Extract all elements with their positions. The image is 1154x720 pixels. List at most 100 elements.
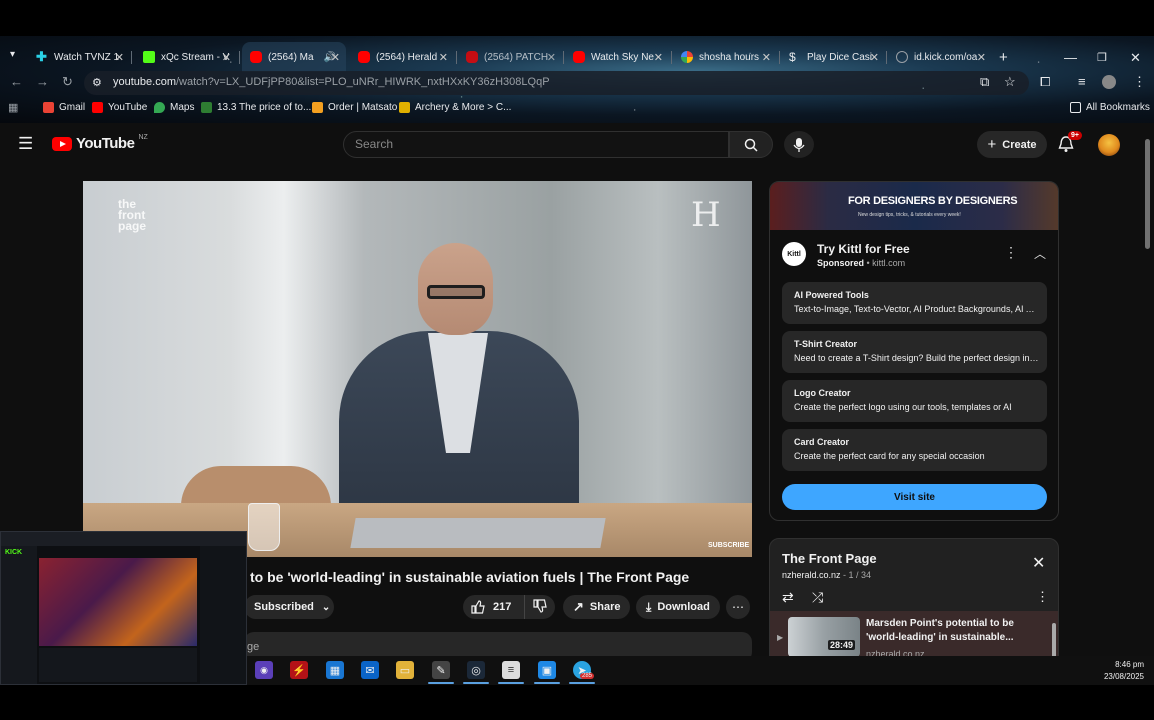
system-clock[interactable]: 8:46 pm 23/08/2025 (1100, 659, 1144, 683)
install-app-icon[interactable]: ⧉ (980, 74, 989, 90)
tab-tvnz[interactable]: ✚ Watch TVNZ 1 ✕ (28, 42, 130, 72)
tab-xqc[interactable]: xQc Stream - V ✕ (135, 42, 237, 72)
video-player[interactable]: the front page H SUBSCRIBE (83, 181, 752, 557)
all-bookmarks[interactable]: All Bookmarks (1070, 102, 1150, 113)
youtube-logo[interactable]: YouTube NZ (52, 134, 148, 152)
ad-menu-icon[interactable]: ⋮ (1004, 244, 1018, 261)
restore-icon[interactable]: ❐ (1097, 51, 1107, 64)
tab-youtube-active[interactable]: (2564) Ma 🔊 ✕ (242, 42, 346, 72)
close-tab-icon[interactable]: ✕ (870, 51, 879, 64)
close-tab-icon[interactable]: ✕ (762, 51, 771, 64)
search-input[interactable]: Search (343, 131, 729, 158)
subscribe-watermark[interactable]: SUBSCRIBE (708, 542, 749, 549)
share-button[interactable]: ↗ Share (563, 595, 631, 619)
hamburger-menu-icon[interactable]: ☰ (18, 134, 33, 154)
account-avatar[interactable] (1098, 134, 1120, 156)
ad-sitelink[interactable]: Card Creator Create the perfect card for … (782, 429, 1047, 471)
like-button[interactable]: 217 (463, 595, 525, 619)
pip-stream-video[interactable] (39, 558, 197, 646)
site-info-icon[interactable]: ⚙ (92, 76, 102, 89)
bookmark-label: Order | Matsato (328, 102, 398, 113)
close-tab-icon[interactable]: ✕ (547, 51, 556, 64)
pip-chat (200, 546, 246, 684)
ad-sitelink[interactable]: T-Shirt Creator Need to create a T-Shirt … (782, 331, 1047, 373)
more-dots-icon: ⋯ (732, 600, 744, 614)
tab-dice[interactable]: $ Play Dice Casi ✕ (781, 42, 885, 72)
new-tab-icon[interactable]: + (999, 49, 1008, 66)
tab-kick-oauth[interactable]: id.kick.com/oa ✕ (888, 42, 992, 72)
subscribed-button[interactable]: Subscribed ⌄ (244, 595, 334, 619)
url-text[interactable]: youtube.com/watch?v=LX_UDFjPP80&list=PLO… (113, 76, 550, 88)
kittl-logo[interactable]: Kittl (782, 242, 806, 266)
bookmark-maps[interactable]: Maps (154, 102, 194, 113)
tab-patch[interactable]: (2564) PATCH ✕ (458, 42, 562, 72)
ad-sitelink[interactable]: Logo Creator Create the perfect logo usin… (782, 380, 1047, 422)
page-scrollbar[interactable] (1145, 139, 1150, 249)
microsoft-store-icon[interactable]: ▦ (326, 661, 344, 679)
minimize-icon[interactable]: — (1064, 50, 1077, 65)
app-icon[interactable]: ⚡ (290, 661, 308, 679)
bookmark-gmail[interactable]: Gmail (43, 102, 85, 113)
playlist-title[interactable]: The Front Page (782, 551, 877, 566)
close-playlist-icon[interactable]: ✕ (1032, 553, 1045, 573)
forward-icon[interactable]: → (36, 74, 49, 89)
kick-pip-overlay[interactable]: KICK (0, 531, 247, 685)
notepad-icon[interactable]: ≡ (502, 661, 520, 679)
loop-icon[interactable]: ⇄ (782, 589, 794, 606)
download-button[interactable]: ⤓ Download (636, 595, 720, 619)
playlist-channel[interactable]: nzherald.co.nz (782, 570, 841, 580)
playlist-menu-icon[interactable]: ⋮ (1036, 589, 1049, 605)
visit-site-button[interactable]: Visit site (782, 484, 1047, 510)
voice-search-button[interactable] (784, 131, 814, 158)
bookmark-archery[interactable]: Archery & More > C... (399, 102, 511, 113)
close-tab-icon[interactable]: ✕ (331, 51, 340, 64)
collapse-chevron-icon[interactable]: ︿ (1034, 245, 1046, 262)
dislike-button[interactable] (525, 598, 547, 616)
reload-icon[interactable]: ↻ (62, 74, 73, 90)
site-icon (399, 102, 410, 113)
create-button[interactable]: + Create (977, 131, 1047, 158)
close-tab-icon[interactable]: ✕ (115, 51, 124, 64)
more-actions-button[interactable]: ⋯ (726, 595, 750, 619)
ad-banner-subtitle: New design tips, tricks, & tutorials eve… (858, 212, 961, 218)
profile-icon[interactable] (1102, 75, 1116, 89)
bookmark-matsato[interactable]: Order | Matsato (312, 102, 397, 113)
close-window-icon[interactable]: ✕ (1130, 50, 1141, 66)
app-icon[interactable]: ▣ (538, 661, 556, 679)
tab-google[interactable]: shosha hours ✕ (673, 42, 777, 72)
kick-icon (143, 51, 155, 63)
tab-label: Watch TVNZ 1 (54, 51, 120, 63)
back-icon[interactable]: ← (10, 74, 23, 89)
tab-label: shosha hours (699, 51, 760, 63)
steam-icon[interactable]: ◎ (467, 661, 485, 679)
bookmark-price[interactable]: 13.3 The price of to... (201, 102, 311, 113)
ad-sitelink[interactable]: AI Powered Tools Text-to-Image, Text-to-V… (782, 282, 1047, 324)
outlook-icon[interactable]: ✉ (361, 661, 379, 679)
media-icon[interactable]: ≡ (1078, 74, 1086, 89)
site-icon (201, 102, 212, 113)
apps-grid-icon[interactable]: ▦ (8, 101, 18, 114)
menu-kebab-icon[interactable]: ⋮ (1133, 74, 1146, 90)
close-tab-icon[interactable]: ✕ (222, 51, 231, 64)
bookmark-youtube[interactable]: YouTube (92, 102, 147, 113)
shuffle-icon[interactable]: ⤮ (812, 589, 823, 606)
playlist-scrollbar[interactable] (1052, 623, 1056, 659)
download-label: Download (657, 601, 710, 613)
close-tab-icon[interactable]: ✕ (977, 51, 986, 64)
tab-label: xQc Stream - V (161, 51, 230, 63)
app-icon[interactable]: ◉ (255, 661, 273, 679)
bookmark-star-icon[interactable]: ☆ (1004, 74, 1016, 90)
tab-sky-news[interactable]: Watch Sky Ne ✕ (565, 42, 669, 72)
ad-banner-image[interactable]: FOR DESIGNERS BY DESIGNERS New design ti… (770, 182, 1058, 230)
tab-search-icon[interactable]: ▾ (10, 49, 15, 60)
extensions-icon[interactable]: ⧠ (1040, 74, 1050, 90)
close-tab-icon[interactable]: ✕ (654, 51, 663, 64)
sitelink-heading: Card Creator (794, 437, 850, 447)
app-icon[interactable]: ✎ (432, 661, 450, 679)
close-tab-icon[interactable]: ✕ (439, 51, 448, 64)
ad-title[interactable]: Try Kittl for Free (817, 242, 910, 256)
file-explorer-icon[interactable]: ▭ (396, 661, 414, 679)
search-button[interactable] (729, 131, 773, 158)
tab-herald[interactable]: (2564) Herald ✕ (350, 42, 454, 72)
browser-chrome: ▾ ✚ Watch TVNZ 1 ✕ xQc Stream - V ✕ (256… (0, 36, 1154, 123)
